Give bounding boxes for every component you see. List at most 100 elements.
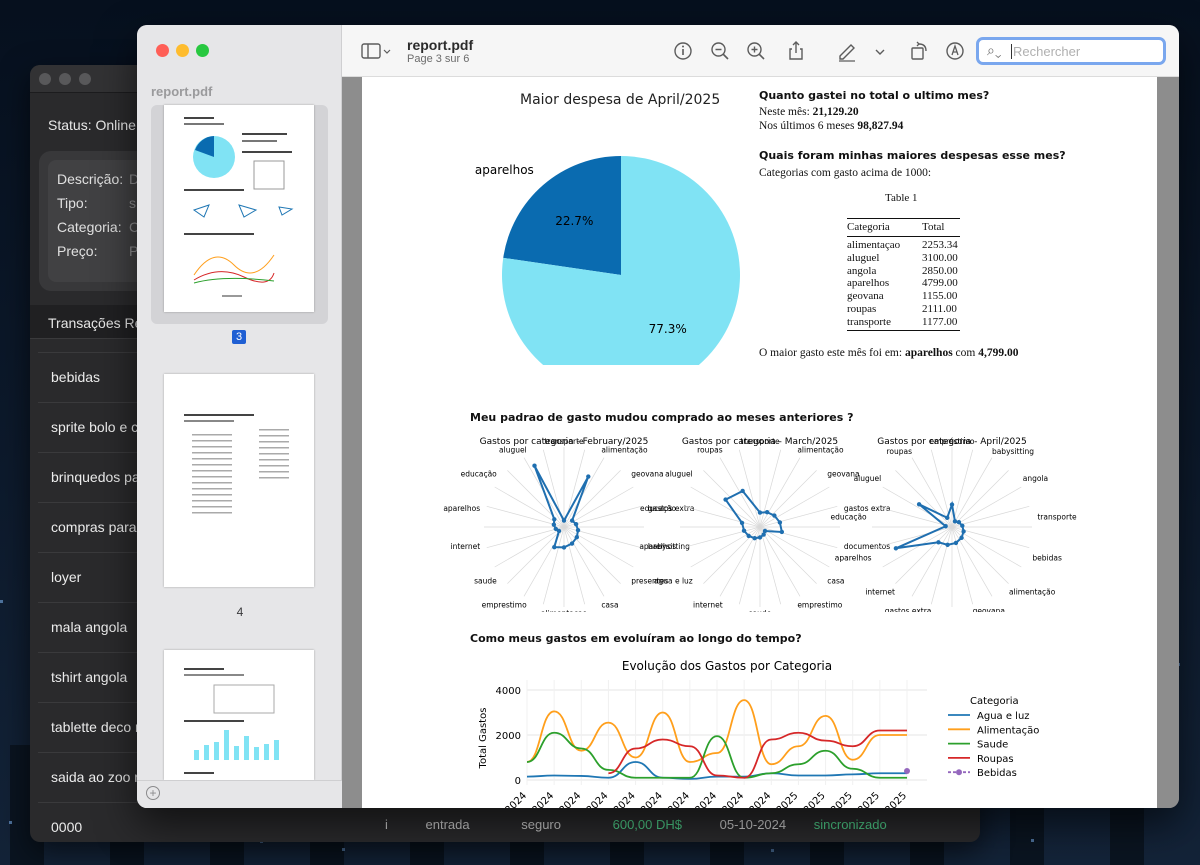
list-item[interactable]: loyer: [38, 552, 150, 602]
radar-grid-spoke: [703, 526, 761, 584]
thumbnail-preview: [184, 668, 279, 774]
page-thumbnail-4[interactable]: [164, 374, 314, 587]
city-light: [0, 600, 3, 603]
radar-axis-label: roupas: [697, 446, 723, 455]
x-tick-label: 2024: [639, 790, 665, 808]
row-date: 05-10-2024: [719, 817, 787, 832]
page-thumbnail-3[interactable]: [164, 105, 314, 312]
list-item[interactable]: saida ao zoo n: [38, 752, 150, 802]
field-value-tipo: s: [129, 195, 136, 211]
list-item[interactable]: mala angola: [38, 602, 150, 652]
radar-axis-label: emprestimo: [797, 600, 842, 609]
add-page-icon[interactable]: +: [146, 786, 160, 800]
markup-menu-chevron-icon[interactable]: [872, 40, 888, 62]
radar-axis-label: saude: [749, 609, 772, 612]
radar-axis-label: babysitting: [992, 447, 1034, 456]
radar-axis-label: aparelhos: [835, 553, 872, 562]
radar-point: [961, 529, 966, 534]
city-light: [1031, 839, 1034, 842]
radar-grid-spoke: [951, 505, 1030, 528]
rotate-icon[interactable]: [908, 40, 930, 62]
radar-grid-spoke: [882, 526, 953, 568]
radar-point: [779, 529, 785, 535]
transactions-header: Transações Re: [30, 305, 150, 339]
search-field[interactable]: ⌕⌄ Rechercher: [976, 37, 1166, 65]
legend-marker: [956, 769, 962, 776]
radar-point: [953, 540, 959, 546]
city-light: [342, 848, 345, 851]
table-cell-category: alimentaçao: [847, 239, 901, 251]
list-item[interactable]: sprite bolo e c: [38, 402, 150, 452]
radar-point: [739, 520, 745, 526]
row-amount: 600,00 DH$: [612, 817, 682, 832]
x-tick-label: 2025: [775, 790, 801, 808]
zoom-button[interactable]: [79, 73, 91, 85]
radar-grid-spoke: [951, 526, 993, 597]
radar-point: [586, 474, 591, 479]
list-item[interactable]: bebidas: [38, 352, 150, 402]
search-placeholder: Rechercher: [1013, 44, 1081, 59]
minimize-button[interactable]: [59, 73, 71, 85]
pie-percent-label: 77.3%: [649, 322, 687, 336]
zoom-button[interactable]: [196, 44, 209, 57]
radar-grid-spoke: [759, 526, 817, 584]
radar-axis-label: casa: [601, 600, 618, 609]
table-caption: Table 1: [885, 192, 918, 204]
radar-point: [552, 517, 557, 522]
legend-label: Saude: [977, 740, 1008, 751]
table-cell-total: 2111.00: [922, 303, 957, 315]
close-button[interactable]: [156, 44, 169, 57]
max-prefix: O maior gasto este mês foi em:: [759, 347, 903, 359]
question-biggest: Quais foram minhas maiores despesas esse…: [759, 149, 1066, 162]
radar-point: [569, 518, 575, 523]
radar-point: [553, 526, 559, 532]
zoom-in-icon[interactable]: [745, 40, 767, 62]
list-item[interactable]: 0000: [38, 802, 150, 842]
radar-axis-label: geovana: [973, 607, 1005, 612]
zoom-out-icon[interactable]: [709, 40, 731, 62]
x-tick-label: 2024: [585, 790, 611, 808]
six-month-label: Nos últimos 6 meses: [759, 120, 855, 132]
close-button[interactable]: [39, 73, 51, 85]
list-item[interactable]: tshirt angola: [38, 652, 150, 702]
radar-grid-spoke: [682, 505, 761, 528]
table-cell-total: 1155.00: [922, 290, 958, 303]
annotate-icon[interactable]: [944, 40, 966, 62]
radar-point: [757, 535, 763, 540]
radar-axis-label: internet: [865, 587, 895, 596]
toolbar: report.pdf Page 3 sur 6 ⌕⌄ Rechercher: [342, 25, 1179, 77]
document-title: report.pdf: [407, 37, 474, 53]
radar-point: [532, 463, 537, 468]
list-item[interactable]: tablette deco n: [38, 702, 150, 752]
info-icon[interactable]: [672, 40, 694, 62]
transaction-row[interactable]: i entrada seguro 600,00 DH$ 05-10-2024 s…: [385, 817, 887, 832]
document-viewer[interactable]: Maior despesa de April/2025 22.7% aparelh…: [342, 77, 1179, 808]
legend-title: Categoria: [970, 696, 1019, 707]
table-cell-total: 2850.00: [922, 264, 958, 277]
radar-axis-label: alimentacao: [541, 609, 588, 612]
list-item[interactable]: brinquedos pa: [38, 452, 150, 502]
minimize-button[interactable]: [176, 44, 189, 57]
radar-axis-label: documentos: [844, 542, 890, 551]
categories-text: Categorias com gasto acima de 1000:: [759, 167, 932, 179]
radar-series-line: [533, 465, 590, 549]
search-icon: ⌕⌄: [987, 42, 1002, 58]
markup-pen-icon[interactable]: [836, 40, 858, 62]
radar-grid-spoke: [759, 449, 782, 528]
radar-point: [723, 497, 728, 502]
list-item[interactable]: compras para: [38, 502, 150, 552]
table-cell-total: 1177.00: [922, 315, 958, 328]
radar-axis-label: gastos extra: [885, 607, 932, 612]
table-cell-category: roupas: [847, 303, 877, 315]
line-point-Bebidas: [904, 768, 910, 774]
radar-axis-label: alimentação: [1009, 587, 1056, 596]
radar-axis-label: saude: [474, 577, 497, 586]
page-thumbnail-5[interactable]: [164, 650, 314, 780]
sidebar-toggle-icon[interactable]: [358, 40, 394, 62]
radar-point: [956, 520, 962, 525]
field-label-tipo: Tipo:: [57, 195, 88, 211]
radar-axis-label: internet: [450, 542, 480, 551]
share-icon[interactable]: [785, 40, 807, 62]
month-label: Neste mês:: [759, 106, 810, 118]
x-tick-label: 2024: [503, 790, 529, 808]
